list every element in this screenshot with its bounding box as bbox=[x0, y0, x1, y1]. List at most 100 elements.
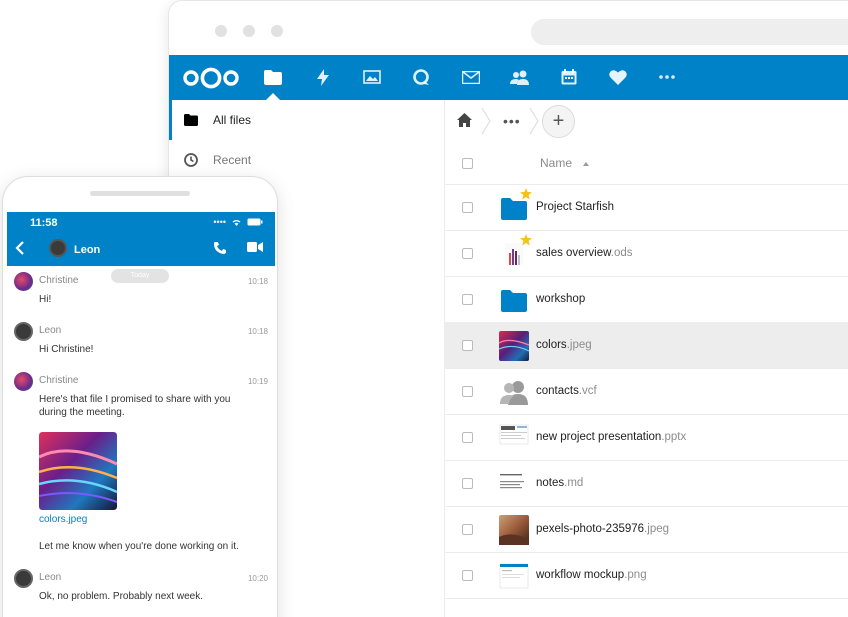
contacts-app-icon[interactable] bbox=[509, 66, 531, 88]
chat-messages: Today Christine 10:18 Hi! Leon 10:18 Hi … bbox=[7, 266, 275, 617]
message-author: Leon bbox=[39, 325, 62, 336]
file-name[interactable]: pexels-photo-235976.jpeg bbox=[536, 523, 669, 535]
message-text: Hi Christine! bbox=[39, 344, 94, 355]
avatar[interactable] bbox=[14, 272, 33, 291]
nextcloud-logo[interactable] bbox=[182, 67, 240, 89]
message-time: 10:19 bbox=[247, 377, 268, 386]
file-row[interactable]: colors.jpeg bbox=[445, 323, 848, 369]
row-checkbox[interactable] bbox=[462, 570, 473, 581]
select-all-checkbox[interactable] bbox=[462, 158, 473, 169]
phone-speaker bbox=[90, 191, 190, 196]
video-call-icon[interactable] bbox=[247, 241, 263, 253]
status-bar-indicators: •••• bbox=[213, 217, 263, 227]
mail-app-icon[interactable] bbox=[460, 66, 482, 88]
row-checkbox[interactable] bbox=[462, 524, 473, 535]
message-time: 10:20 bbox=[247, 574, 268, 583]
avatar[interactable] bbox=[14, 372, 33, 391]
home-icon[interactable] bbox=[457, 113, 472, 132]
signal-icon: •••• bbox=[213, 217, 226, 227]
file-row[interactable]: sales overview.ods bbox=[445, 231, 848, 277]
clock-icon bbox=[183, 152, 199, 168]
message-text: Let me know when you're done working on … bbox=[39, 541, 239, 552]
status-bar-time: 11:58 bbox=[30, 217, 58, 229]
sidebar-item-recent[interactable]: Recent bbox=[169, 140, 445, 180]
sidebar-item-all-files[interactable]: All files bbox=[169, 100, 445, 140]
file-row[interactable]: notes.md bbox=[445, 461, 848, 507]
favorites-heart-icon[interactable] bbox=[607, 66, 629, 88]
message-author: Christine bbox=[39, 275, 79, 286]
file-name[interactable]: notes.md bbox=[536, 477, 583, 489]
message-text: Ok, no problem. Probably next week. bbox=[39, 591, 203, 602]
contact-name[interactable]: Leon bbox=[74, 244, 100, 256]
breadcrumb-separator-icon bbox=[529, 108, 539, 134]
files-content: ••• + Name Project Starfish sales overvi… bbox=[445, 100, 848, 617]
phone-call-icon[interactable] bbox=[213, 241, 227, 255]
address-bar[interactable] bbox=[531, 19, 848, 45]
window-close-dot[interactable] bbox=[215, 25, 227, 37]
file-name[interactable]: sales overview.ods bbox=[536, 247, 633, 259]
calendar-app-icon[interactable] bbox=[558, 66, 580, 88]
back-chevron-icon[interactable] bbox=[15, 241, 25, 255]
contact-avatar[interactable] bbox=[49, 239, 67, 257]
app-navbar bbox=[169, 55, 848, 100]
sort-ascending-icon[interactable] bbox=[583, 162, 589, 166]
breadcrumb-more-icon[interactable]: ••• bbox=[503, 113, 521, 129]
name-column-header[interactable]: Name bbox=[540, 156, 572, 170]
photos-app-icon[interactable] bbox=[361, 66, 383, 88]
file-row[interactable]: new project presentation.pptx bbox=[445, 415, 848, 461]
sidebar-item-label: All files bbox=[213, 113, 252, 127]
file-row[interactable]: workflow mockup.png bbox=[445, 553, 848, 599]
mockup-thumbnail-icon bbox=[499, 563, 529, 589]
wifi-icon bbox=[232, 220, 241, 226]
photo-thumbnail-icon bbox=[499, 515, 529, 545]
active-app-caret bbox=[266, 93, 280, 100]
image-thumbnail-icon bbox=[499, 331, 529, 361]
window-maximize-dot[interactable] bbox=[271, 25, 283, 37]
message-text: Hi! bbox=[39, 294, 52, 305]
message-time: 10:18 bbox=[247, 327, 268, 336]
contacts-file-icon bbox=[500, 381, 528, 405]
file-row[interactable]: contacts.vcf bbox=[445, 369, 848, 415]
row-checkbox[interactable] bbox=[462, 432, 473, 443]
file-name[interactable]: workshop bbox=[536, 293, 585, 305]
file-name[interactable]: Project Starfish bbox=[536, 201, 614, 213]
file-name[interactable]: contacts.vcf bbox=[536, 385, 597, 397]
activity-app-icon[interactable] bbox=[312, 66, 334, 88]
file-name[interactable]: workflow mockup.png bbox=[536, 569, 647, 581]
folder-icon bbox=[183, 112, 199, 128]
message-author: Leon bbox=[39, 572, 62, 583]
window-minimize-dot[interactable] bbox=[243, 25, 255, 37]
file-name[interactable]: new project presentation.pptx bbox=[536, 431, 686, 443]
row-checkbox[interactable] bbox=[462, 294, 473, 305]
row-checkbox[interactable] bbox=[462, 386, 473, 397]
avatar[interactable] bbox=[14, 322, 33, 341]
row-checkbox[interactable] bbox=[462, 478, 473, 489]
stage: All files Recent ••• + Name Project Star… bbox=[0, 0, 848, 617]
more-apps-icon[interactable] bbox=[656, 66, 678, 88]
files-app-icon[interactable] bbox=[262, 66, 284, 88]
phone-top-bezel bbox=[3, 177, 277, 212]
browser-chrome bbox=[169, 1, 848, 55]
sidebar-item-label: Recent bbox=[213, 153, 252, 167]
file-list-header: Name bbox=[445, 142, 848, 185]
file-name[interactable]: colors.jpeg bbox=[536, 339, 592, 351]
battery-icon bbox=[247, 218, 263, 226]
breadcrumb: ••• + bbox=[445, 100, 848, 142]
favorite-star-icon bbox=[520, 188, 532, 200]
folder-icon bbox=[501, 290, 527, 312]
row-checkbox[interactable] bbox=[462, 248, 473, 259]
talk-app-icon[interactable] bbox=[410, 66, 432, 88]
presentation-thumbnail-icon bbox=[499, 424, 529, 445]
row-checkbox[interactable] bbox=[462, 340, 473, 351]
phone-device: 11:58 •••• Leon Today Christine 10:18 Hi… bbox=[2, 176, 278, 617]
file-row[interactable]: workshop bbox=[445, 277, 848, 323]
file-row[interactable]: Project Starfish bbox=[445, 185, 848, 231]
message-time: 10:18 bbox=[247, 277, 268, 286]
breadcrumb-separator-icon bbox=[481, 108, 491, 134]
avatar[interactable] bbox=[14, 569, 33, 588]
new-file-button[interactable]: + bbox=[542, 105, 575, 138]
shared-image-preview[interactable] bbox=[39, 432, 117, 510]
row-checkbox[interactable] bbox=[462, 202, 473, 213]
file-row[interactable]: pexels-photo-235976.jpeg bbox=[445, 507, 848, 553]
attachment-link[interactable]: colors.jpeg bbox=[39, 514, 87, 525]
